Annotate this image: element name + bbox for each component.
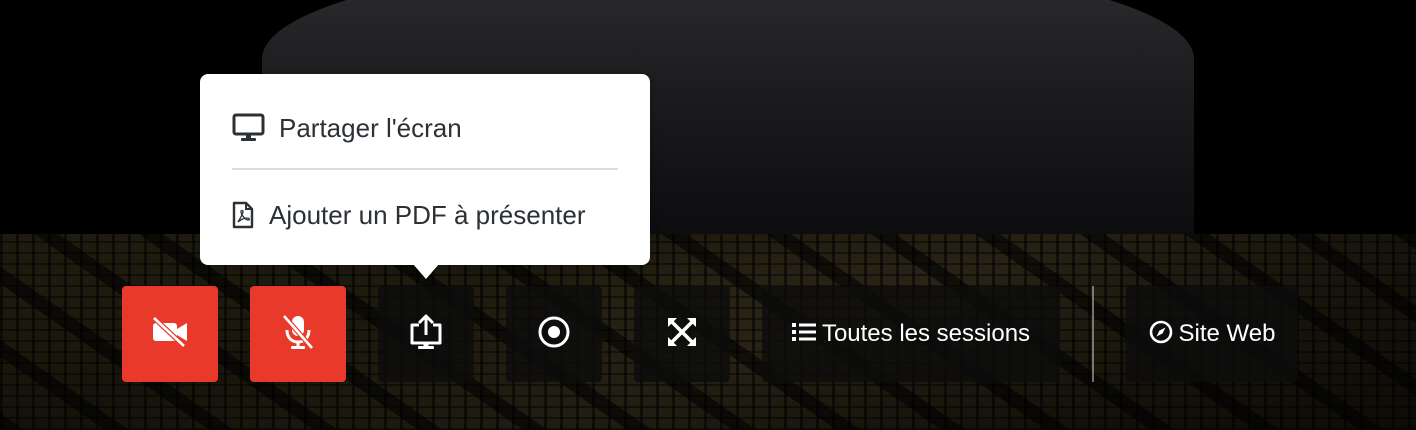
share-screen-label: Partager l'écran — [279, 112, 462, 143]
fullscreen-button[interactable] — [634, 286, 730, 382]
all-sessions-button[interactable]: Toutes les sessions — [762, 286, 1060, 382]
record-button[interactable] — [506, 286, 602, 382]
all-sessions-label: Toutes les sessions — [821, 320, 1031, 347]
list-icon — [791, 322, 816, 347]
share-screen-option[interactable]: Partager l'écran — [200, 108, 650, 148]
mic-off-icon — [278, 313, 318, 356]
microphone-toggle-button[interactable] — [250, 286, 346, 382]
add-pdf-label: Ajouter un PDF à présenter — [269, 199, 586, 230]
compass-icon — [1149, 320, 1173, 349]
website-button[interactable]: Site Web — [1126, 286, 1298, 382]
monitor-icon — [231, 113, 265, 143]
menu-divider — [232, 168, 618, 170]
website-label: Site Web — [1178, 320, 1276, 347]
toolbar-separator — [1092, 286, 1094, 382]
expand-icon — [665, 315, 699, 354]
pdf-file-icon — [232, 201, 254, 229]
share-menu-arrow — [413, 264, 439, 279]
record-icon — [536, 314, 572, 355]
add-pdf-option[interactable]: Ajouter un PDF à présenter — [200, 195, 650, 235]
share-screen-icon — [407, 313, 445, 356]
share-button[interactable] — [378, 286, 474, 382]
camera-toggle-button[interactable] — [122, 286, 218, 382]
video-off-icon — [150, 315, 190, 353]
